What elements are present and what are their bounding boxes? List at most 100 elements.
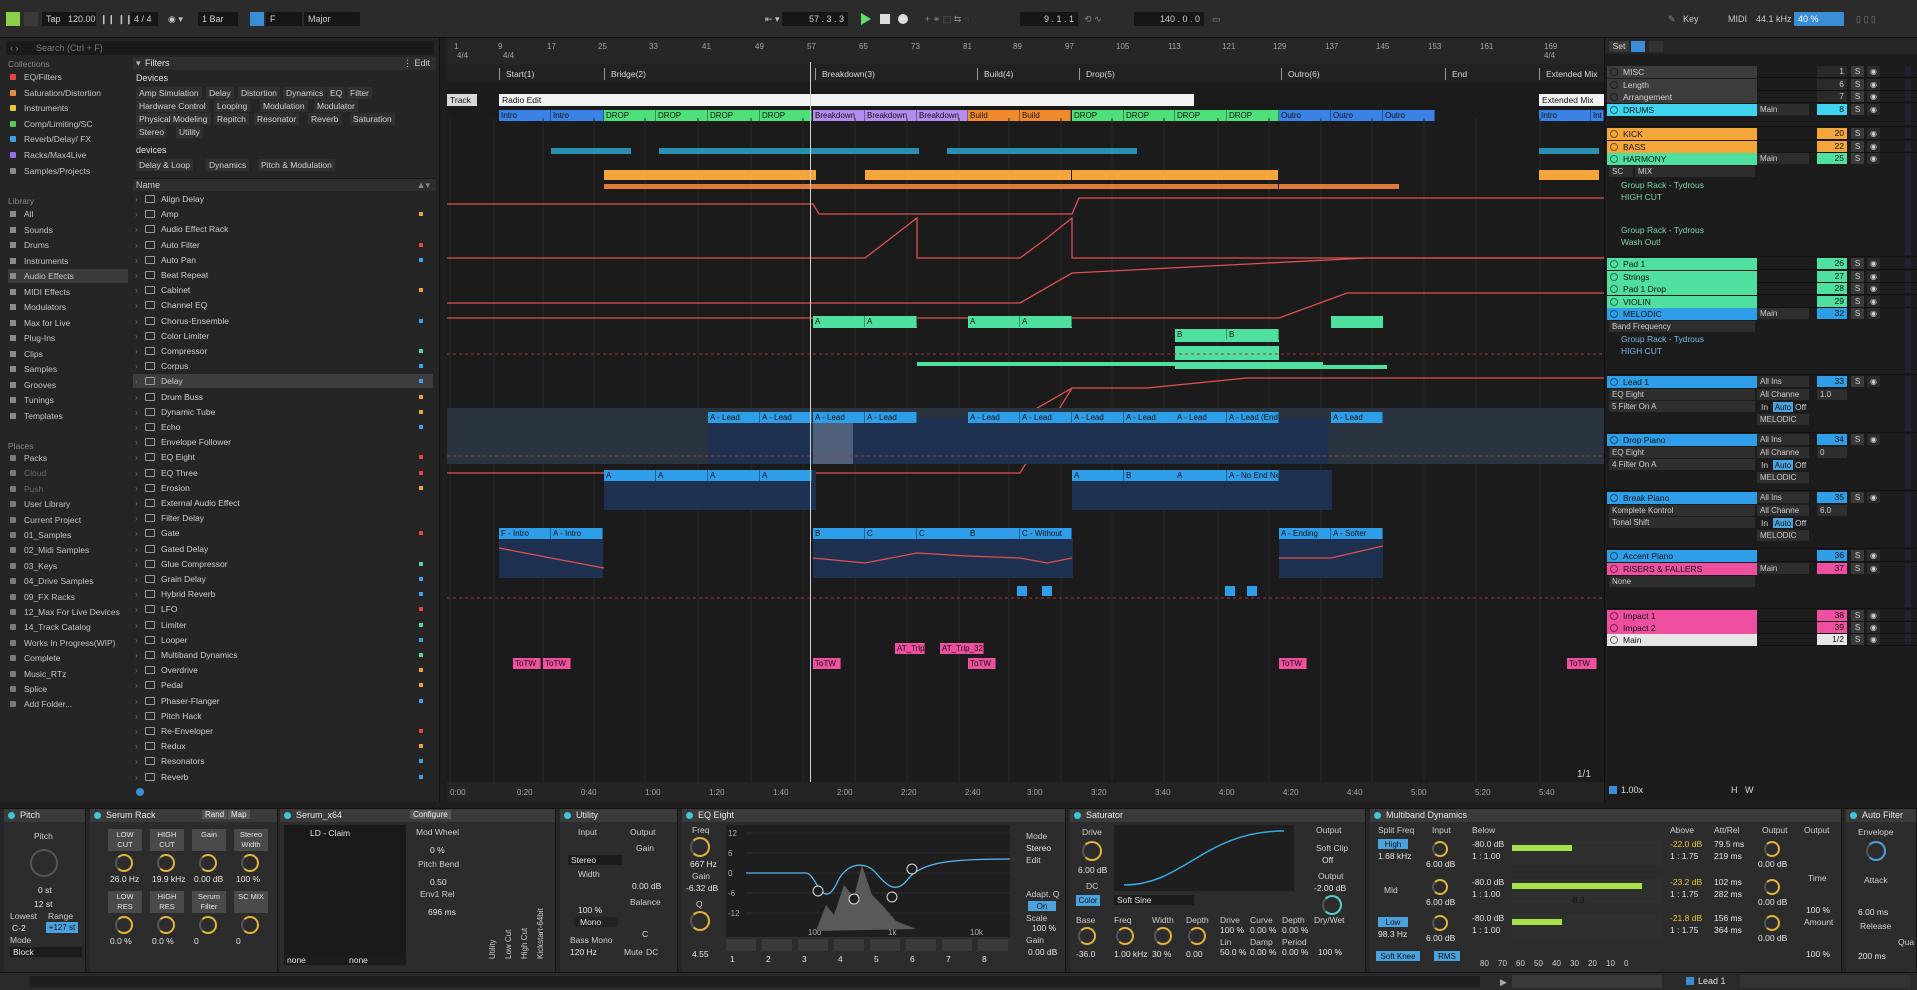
collection-item[interactable]: Racks/Max4Live xyxy=(8,148,128,162)
browser-device-item[interactable]: › Amp xyxy=(133,207,433,221)
expand-icon[interactable]: › xyxy=(135,253,138,267)
solo-button[interactable]: S xyxy=(1851,563,1864,574)
track-name[interactable]: DRUMS xyxy=(1607,104,1757,116)
mixer-track[interactable]: KICK 20 S ◉ xyxy=(1605,128,1917,140)
filter-tag[interactable]: Distortion xyxy=(238,87,280,99)
arm-button[interactable]: ◉ xyxy=(1867,376,1880,387)
dp-off-button[interactable]: Off xyxy=(1795,460,1806,470)
expand-icon[interactable]: › xyxy=(135,359,138,373)
place-item[interactable]: 09_FX Racks xyxy=(8,590,128,604)
arrangement-clip[interactable]: A xyxy=(813,316,865,327)
track-number[interactable]: 20 xyxy=(1817,128,1847,139)
eq-scale-value[interactable]: 100 % xyxy=(1032,923,1056,933)
macro-value[interactable]: 0.00 dB xyxy=(194,874,223,884)
locator[interactable]: Extended Mix xyxy=(1539,68,1598,80)
dp-auto-button[interactable]: Auto xyxy=(1773,460,1793,470)
browser-device-item[interactable]: › Looper xyxy=(133,633,433,647)
expand-icon[interactable]: › xyxy=(135,572,138,586)
expand-icon[interactable]: › xyxy=(135,678,138,692)
arrangement-clip[interactable]: C xyxy=(917,528,969,539)
mbd-below-value[interactable]: -80.0 dB xyxy=(1472,913,1504,923)
arrangement-clip[interactable]: A - Lead xyxy=(1331,412,1383,423)
mbd-high-button[interactable]: High xyxy=(1378,839,1408,849)
arrangement-clip[interactable]: C - Without xyxy=(1020,528,1072,539)
browser-device-item[interactable]: › Resonators xyxy=(133,754,433,768)
rack-chain-tab[interactable]: High Cut xyxy=(520,928,529,959)
solo-button[interactable]: S xyxy=(1851,66,1864,77)
track-name[interactable]: Impact 2 xyxy=(1607,622,1757,634)
mixer-track[interactable]: BASS 22 S ◉ xyxy=(1605,141,1917,153)
browser-device-item[interactable]: › Delay xyxy=(133,374,433,389)
pitch-title[interactable]: Pitch xyxy=(4,809,85,822)
macro-knob[interactable] xyxy=(115,854,133,872)
sat-drywet-value[interactable]: 100 % xyxy=(1318,947,1342,957)
track-number[interactable]: 25 xyxy=(1817,153,1847,164)
place-item[interactable]: Current Project xyxy=(8,513,128,527)
view-toggle-icon[interactable] xyxy=(6,12,20,26)
collection-item[interactable]: Instruments xyxy=(8,101,128,115)
auto-filter-title[interactable]: Auto Filter xyxy=(1846,809,1916,822)
solo-button[interactable]: S xyxy=(1851,434,1864,445)
library-item[interactable]: Templates xyxy=(8,409,128,423)
browser-device-item[interactable]: › Grain Delay xyxy=(133,572,433,586)
library-item[interactable]: Tunings xyxy=(8,393,128,407)
utility-width-value[interactable]: 100 % xyxy=(578,905,602,915)
filter-tag[interactable]: Utility xyxy=(176,126,203,138)
track-name[interactable]: VIOLIN xyxy=(1607,296,1757,308)
expand-icon[interactable]: › xyxy=(135,496,138,510)
arrangement-clip[interactable]: C xyxy=(865,528,917,539)
solo-button[interactable]: S xyxy=(1851,91,1864,102)
band-frequency-select[interactable]: Band Frequency xyxy=(1609,321,1755,332)
arrangement-clip[interactable]: B xyxy=(813,528,865,539)
arm-button[interactable]: ◉ xyxy=(1867,153,1880,164)
pitch-bend-value[interactable]: 0.50 xyxy=(430,877,447,887)
mode-select[interactable]: Block xyxy=(10,947,82,957)
utility-stereo-select[interactable]: Stereo xyxy=(568,855,622,865)
collection-item[interactable]: Samples/Projects xyxy=(8,164,128,178)
browser-device-item[interactable]: › Limiter xyxy=(133,618,433,632)
track-number[interactable]: 32 xyxy=(1817,308,1847,319)
place-item[interactable]: Works In Progress(WIP) xyxy=(8,636,128,650)
arm-button[interactable]: ◉ xyxy=(1867,128,1880,139)
saturator-title[interactable]: Saturator xyxy=(1070,809,1365,822)
eq-band-shape-icon[interactable] xyxy=(942,939,972,951)
mixer-track[interactable]: MISC 1 S ◉ xyxy=(1605,66,1917,78)
arrangement-clip[interactable]: A xyxy=(1175,470,1227,481)
track-fold-icon[interactable] xyxy=(1610,636,1618,644)
browser-device-item[interactable]: › Compressor xyxy=(133,344,433,358)
bp-off-button[interactable]: Off xyxy=(1795,518,1806,528)
arrangement-clip[interactable]: B xyxy=(1124,470,1176,481)
mbd-attack-value[interactable]: 102 ms xyxy=(1714,877,1742,887)
rack-chain-tab[interactable]: Kickstart-64bit xyxy=(536,908,545,959)
track-fold-icon[interactable] xyxy=(1610,155,1618,163)
expand-icon[interactable]: › xyxy=(135,770,138,784)
solo-button[interactable]: S xyxy=(1851,610,1864,621)
bp-input-select[interactable]: All Ins xyxy=(1757,492,1809,503)
collection-item[interactable]: Reverb/Delay/ FX xyxy=(8,132,128,146)
sat-depth-value[interactable]: 0.00 xyxy=(1186,949,1203,959)
follow-icon[interactable] xyxy=(24,12,38,26)
browser-device-item[interactable]: › Gated Delay xyxy=(133,542,433,556)
bp-komplete[interactable]: Komplete Kontrol xyxy=(1609,505,1755,516)
expand-icon[interactable]: › xyxy=(135,602,138,616)
group-rack-label[interactable]: Group Rack - Tydrous xyxy=(1621,180,1704,190)
sat-freq-knob[interactable] xyxy=(1116,927,1134,945)
eq-band-handle[interactable] xyxy=(812,885,824,897)
eq-display[interactable]: 1260-6-12100 1k 10k xyxy=(726,825,1010,937)
mono-button[interactable]: Mono xyxy=(574,917,618,927)
expand-icon[interactable]: › xyxy=(135,633,138,647)
eq-band-number[interactable]: 8 xyxy=(982,954,987,964)
arrangement-clip[interactable]: A - Lead xyxy=(813,412,865,423)
arrangement-clip[interactable]: ToTW xyxy=(1567,658,1597,669)
mbd-above-ratio[interactable]: 1 : 1.75 xyxy=(1670,851,1698,861)
midi-map-button[interactable]: MIDI xyxy=(1728,12,1747,26)
zoom-icon[interactable] xyxy=(1609,786,1617,794)
mbd-above-value[interactable]: -21.8 dB xyxy=(1670,913,1702,923)
browser-device-item[interactable]: › LFO xyxy=(133,602,433,616)
arm-button[interactable]: ◉ xyxy=(1867,271,1880,282)
track-number[interactable]: 28 xyxy=(1817,283,1847,294)
place-item[interactable]: Push xyxy=(8,482,128,496)
macro-knob[interactable] xyxy=(199,854,217,872)
track-number[interactable]: 1/2 xyxy=(1817,634,1847,645)
eq-band-shape-icon[interactable] xyxy=(726,939,756,951)
